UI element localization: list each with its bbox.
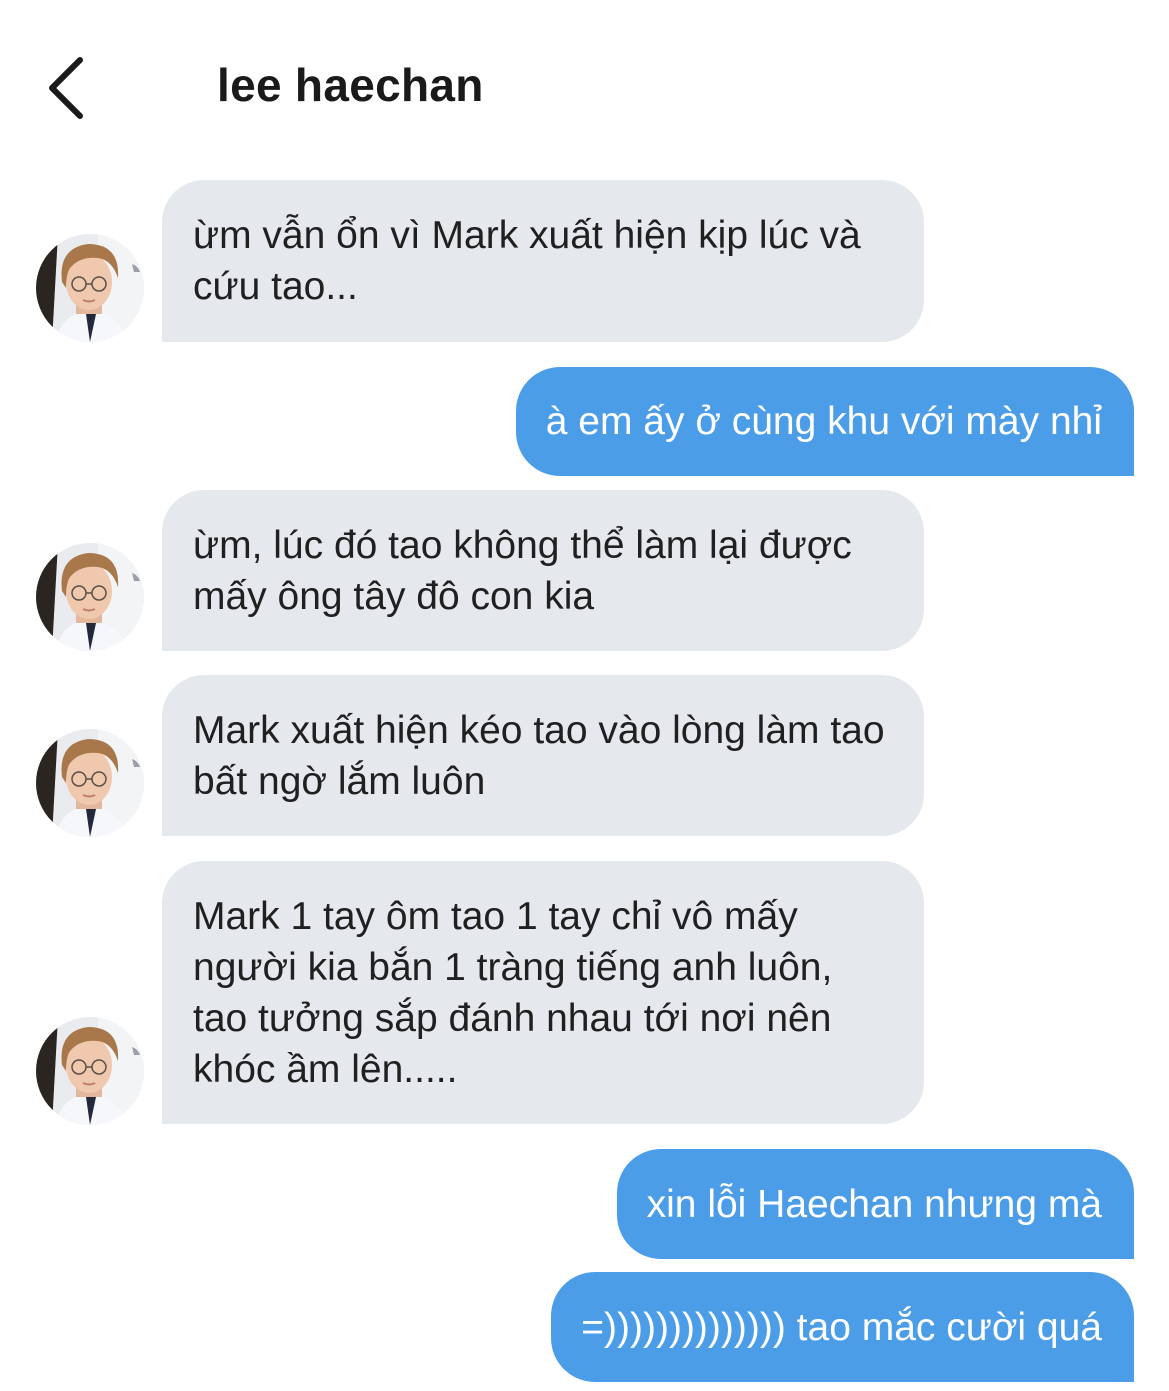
contact-name[interactable]: lee haechan: [217, 58, 484, 112]
back-button[interactable]: [40, 52, 100, 124]
contact-avatar[interactable]: [36, 543, 144, 651]
incoming-message[interactable]: Mark xuất hiện kéo tao vào lòng làm tao …: [162, 675, 924, 836]
chevron-left-icon: [49, 57, 83, 119]
chat-header: lee haechan: [0, 0, 1169, 170]
message-text: ừm vẫn ổn vì Mark xuất hiện kịp lúc và c…: [193, 214, 861, 308]
message-text: =)))))))))))))) tao mắc cười quá: [581, 1305, 1102, 1349]
contact-avatar[interactable]: [36, 234, 144, 342]
contact-avatar[interactable]: [36, 729, 144, 837]
outgoing-message[interactable]: à em ấy ở cùng khu với mày nhỉ: [515, 367, 1134, 476]
message-text: Mark xuất hiện kéo tao vào lòng làm tao …: [193, 708, 885, 803]
outgoing-message[interactable]: xin lỗi Haechan nhưng mà: [616, 1149, 1134, 1259]
incoming-message[interactable]: ừm vẫn ổn vì Mark xuất hiện kịp lúc và c…: [162, 180, 924, 342]
contact-avatar[interactable]: [36, 1017, 144, 1125]
incoming-message[interactable]: Mark 1 tay ôm tao 1 tay chỉ vô mấy người…: [162, 861, 924, 1124]
message-text: à em ấy ở cùng khu với mày nhỉ: [545, 400, 1102, 443]
outgoing-message[interactable]: =)))))))))))))) tao mắc cười quá: [551, 1272, 1134, 1382]
incoming-message[interactable]: ừm, lúc đó tao không thể làm lại được mấ…: [162, 490, 924, 651]
message-text: ừm, lúc đó tao không thể làm lại được mấ…: [193, 523, 852, 618]
message-text: Mark 1 tay ôm tao 1 tay chỉ vô mấy người…: [193, 894, 833, 1091]
message-text: xin lỗi Haechan nhưng mà: [646, 1182, 1102, 1226]
